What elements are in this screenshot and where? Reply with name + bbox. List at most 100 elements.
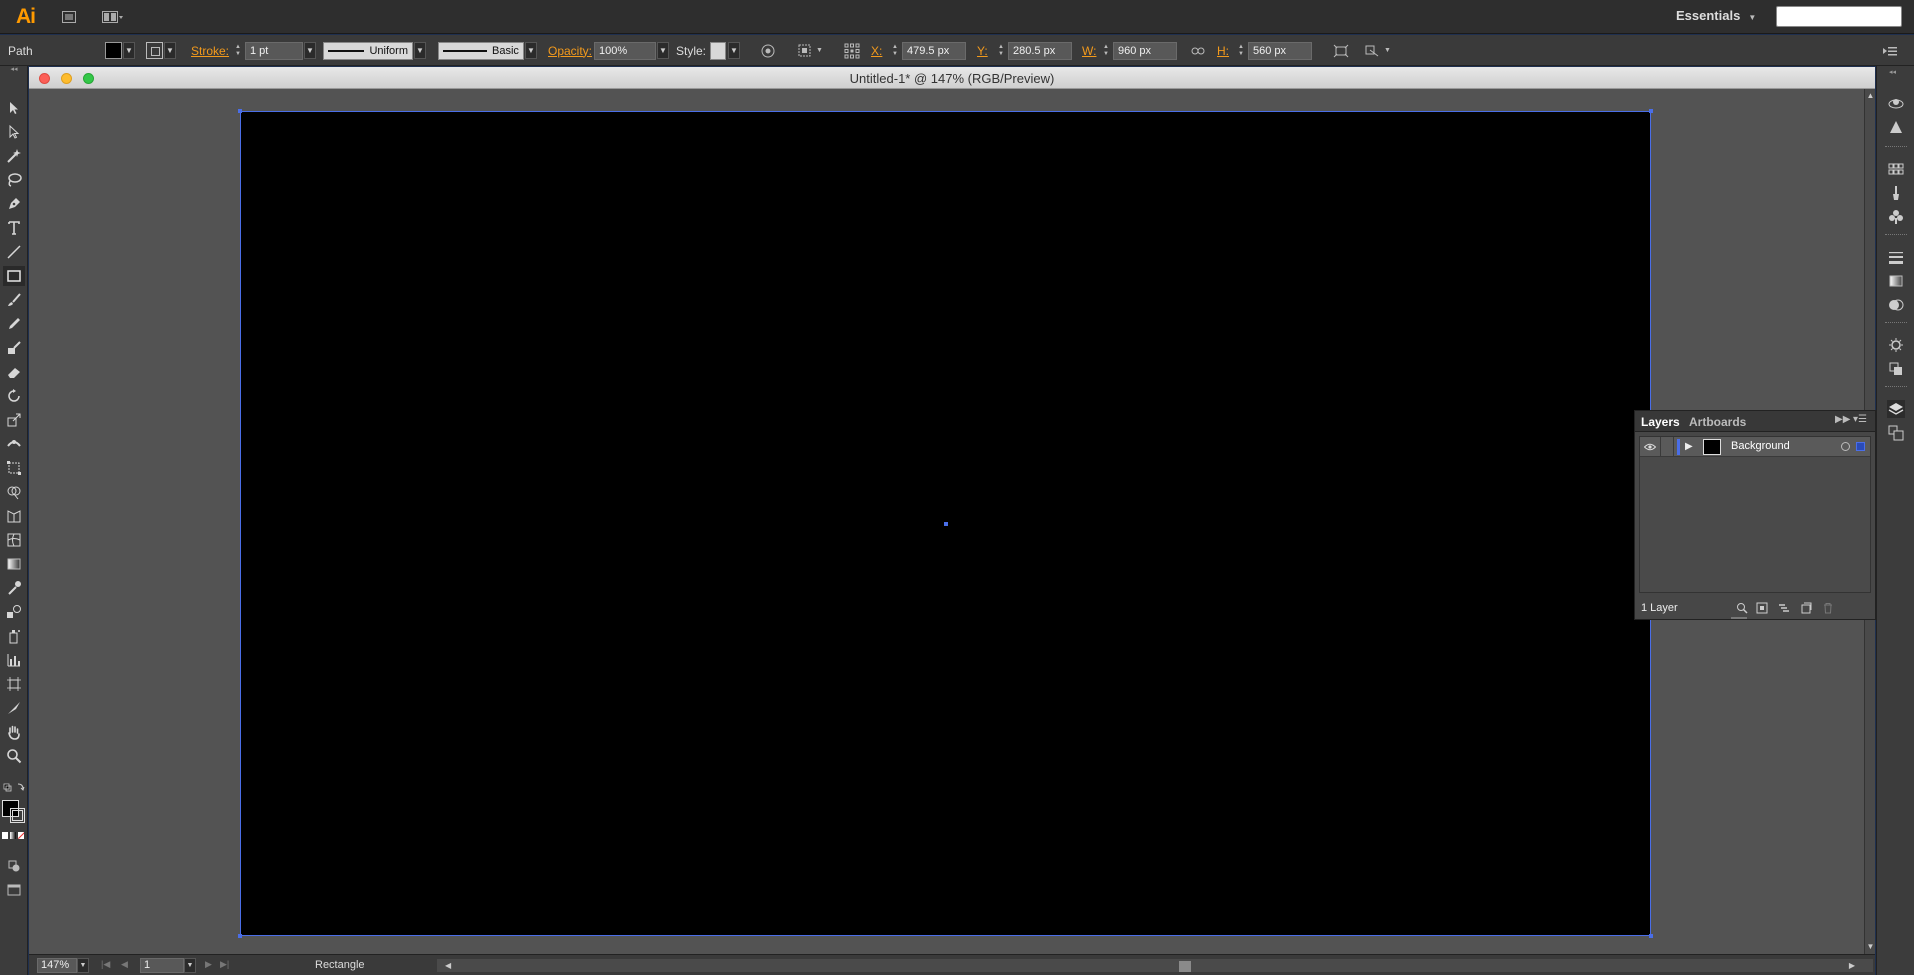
artboard-dropdown[interactable]: ▼ bbox=[184, 958, 196, 973]
variable-width-dropdown[interactable]: ▼ bbox=[414, 42, 426, 59]
transform-panel-button[interactable] bbox=[1331, 41, 1351, 61]
drawing-mode-button[interactable] bbox=[3, 856, 25, 876]
opacity-dropdown[interactable]: ▼ bbox=[657, 42, 669, 59]
search-input[interactable] bbox=[1776, 6, 1902, 27]
stroke-weight-dropdown[interactable]: ▼ bbox=[304, 42, 316, 59]
swap-fill-stroke-icon[interactable] bbox=[3, 782, 25, 794]
fill-dropdown[interactable]: ▼ bbox=[123, 42, 135, 59]
dock-expand-icon[interactable]: ◂◂ bbox=[1889, 68, 1896, 76]
line-segment-tool[interactable] bbox=[3, 242, 25, 262]
first-artboard-button[interactable]: |◀ bbox=[101, 959, 110, 970]
document-titlebar[interactable]: Untitled-1* @ 147% (RGB/Preview) bbox=[29, 67, 1875, 89]
go-to-bridge-button[interactable] bbox=[58, 8, 80, 26]
x-position-field[interactable]: 479.5 px bbox=[902, 41, 966, 60]
selection-indicator[interactable] bbox=[1856, 442, 1865, 451]
delete-layer-icon[interactable] bbox=[1821, 601, 1835, 615]
y-stepper[interactable]: ▲ ▼ bbox=[996, 42, 1006, 59]
eyedropper-tool[interactable] bbox=[3, 578, 25, 598]
layer-row[interactable]: ▶ Background bbox=[1640, 437, 1870, 457]
stroke-icon[interactable] bbox=[1887, 248, 1905, 266]
direct-selection-tool[interactable] bbox=[3, 122, 25, 142]
column-graph-tool[interactable] bbox=[3, 650, 25, 670]
symbol-sprayer-tool[interactable] bbox=[3, 626, 25, 646]
none-mode-icon[interactable] bbox=[18, 832, 24, 839]
workspace-switcher[interactable]: Essentials ▼ bbox=[1676, 8, 1756, 23]
slice-tool[interactable] bbox=[3, 698, 25, 718]
width-stepper[interactable]: ▲ ▼ bbox=[1101, 42, 1111, 59]
selection-handle[interactable] bbox=[238, 934, 242, 938]
pen-tool[interactable] bbox=[3, 194, 25, 214]
next-artboard-button[interactable]: ▶ bbox=[205, 959, 212, 970]
gradient-mode-icon[interactable] bbox=[10, 832, 16, 839]
w-label[interactable]: W: bbox=[1082, 44, 1096, 58]
magic-wand-tool[interactable] bbox=[3, 146, 25, 166]
selection-handle[interactable] bbox=[238, 109, 242, 113]
horizontal-scrollbar[interactable]: ◀ ▶ bbox=[437, 959, 1873, 972]
expand-triangle-icon[interactable]: ▶ bbox=[1685, 441, 1693, 452]
appearance-icon[interactable] bbox=[1887, 336, 1905, 354]
h-label[interactable]: H: bbox=[1217, 44, 1229, 58]
stroke-swatch[interactable] bbox=[146, 42, 163, 59]
stroke-panel-link[interactable]: Stroke: bbox=[191, 44, 229, 58]
height-field[interactable]: 560 px bbox=[1248, 41, 1312, 60]
rotate-tool[interactable] bbox=[3, 386, 25, 406]
gradient-tool[interactable] bbox=[3, 554, 25, 574]
selection-handle[interactable] bbox=[1649, 109, 1653, 113]
scroll-right-icon[interactable]: ▶ bbox=[1849, 961, 1855, 970]
scroll-up-icon[interactable]: ▲ bbox=[1865, 91, 1876, 100]
panel-grip-icon[interactable]: ◂◂ bbox=[0, 66, 28, 74]
perspective-grid-tool[interactable] bbox=[3, 506, 25, 526]
layer-name[interactable]: Background bbox=[1731, 440, 1790, 452]
center-point[interactable] bbox=[944, 522, 948, 526]
color-mode-icon[interactable] bbox=[2, 832, 8, 839]
brushes-icon[interactable] bbox=[1887, 184, 1905, 202]
x-label[interactable]: X: bbox=[871, 44, 882, 58]
width-tool[interactable] bbox=[3, 434, 25, 454]
scroll-left-icon[interactable]: ◀ bbox=[445, 961, 451, 970]
hand-tool[interactable] bbox=[3, 722, 25, 742]
selection-handle[interactable] bbox=[1649, 934, 1653, 938]
align-to-selection-button[interactable] bbox=[796, 41, 816, 61]
control-bar-menu-button[interactable] bbox=[1880, 41, 1900, 61]
graphic-style-swatch[interactable] bbox=[710, 41, 726, 60]
y-label[interactable]: Y: bbox=[977, 44, 988, 58]
scroll-thumb[interactable] bbox=[1179, 961, 1191, 972]
make-clipping-mask-icon[interactable] bbox=[1755, 601, 1769, 615]
artboards-icon[interactable] bbox=[1887, 424, 1905, 442]
opacity-field[interactable]: 100% bbox=[594, 41, 656, 60]
stroke-dropdown[interactable]: ▼ bbox=[164, 42, 176, 59]
color-icon[interactable] bbox=[1887, 118, 1905, 136]
panel-menu-icon[interactable]: ▾☰ bbox=[1853, 414, 1867, 425]
constrain-proportions-button[interactable] bbox=[1188, 41, 1208, 61]
fill-stroke-swatches[interactable] bbox=[2, 800, 26, 824]
shape-builder-tool[interactable] bbox=[3, 482, 25, 502]
lasso-tool[interactable] bbox=[3, 170, 25, 190]
graphic-style-dropdown[interactable]: ▼ bbox=[728, 42, 740, 59]
scale-tool[interactable] bbox=[3, 410, 25, 430]
eraser-tool[interactable] bbox=[3, 362, 25, 382]
brush-dropdown[interactable]: ▼ bbox=[525, 42, 537, 59]
x-stepper[interactable]: ▲ ▼ bbox=[890, 42, 900, 59]
recolor-artwork-button[interactable] bbox=[758, 41, 778, 61]
symbols-icon[interactable] bbox=[1887, 208, 1905, 226]
graphic-styles-icon[interactable] bbox=[1887, 360, 1905, 378]
status-text[interactable]: Rectangle bbox=[315, 959, 365, 971]
blob-brush-tool[interactable] bbox=[3, 338, 25, 358]
stroke-weight-stepper[interactable]: ▲ ▼ bbox=[233, 42, 243, 59]
last-artboard-button[interactable]: ▶| bbox=[220, 959, 229, 970]
collapse-panel-icon[interactable]: ▶▶ bbox=[1835, 414, 1850, 425]
layers-icon[interactable] bbox=[1887, 400, 1905, 418]
transparency-icon[interactable] bbox=[1887, 296, 1905, 314]
visibility-eye-icon[interactable] bbox=[1642, 439, 1658, 455]
brush-definition[interactable]: Basic bbox=[438, 41, 524, 60]
new-layer-icon[interactable] bbox=[1799, 601, 1813, 615]
rectangle-tool[interactable] bbox=[3, 266, 25, 286]
create-sublayer-icon[interactable] bbox=[1777, 601, 1791, 615]
lock-toggle[interactable] bbox=[1660, 437, 1674, 457]
screen-mode-button[interactable] bbox=[3, 880, 25, 900]
canvas[interactable] bbox=[29, 89, 1864, 954]
swatches-icon[interactable] bbox=[1887, 160, 1905, 178]
zoom-dropdown[interactable]: ▼ bbox=[77, 958, 89, 973]
artboard-tool[interactable] bbox=[3, 674, 25, 694]
opacity-panel-link[interactable]: Opacity: bbox=[548, 44, 592, 58]
